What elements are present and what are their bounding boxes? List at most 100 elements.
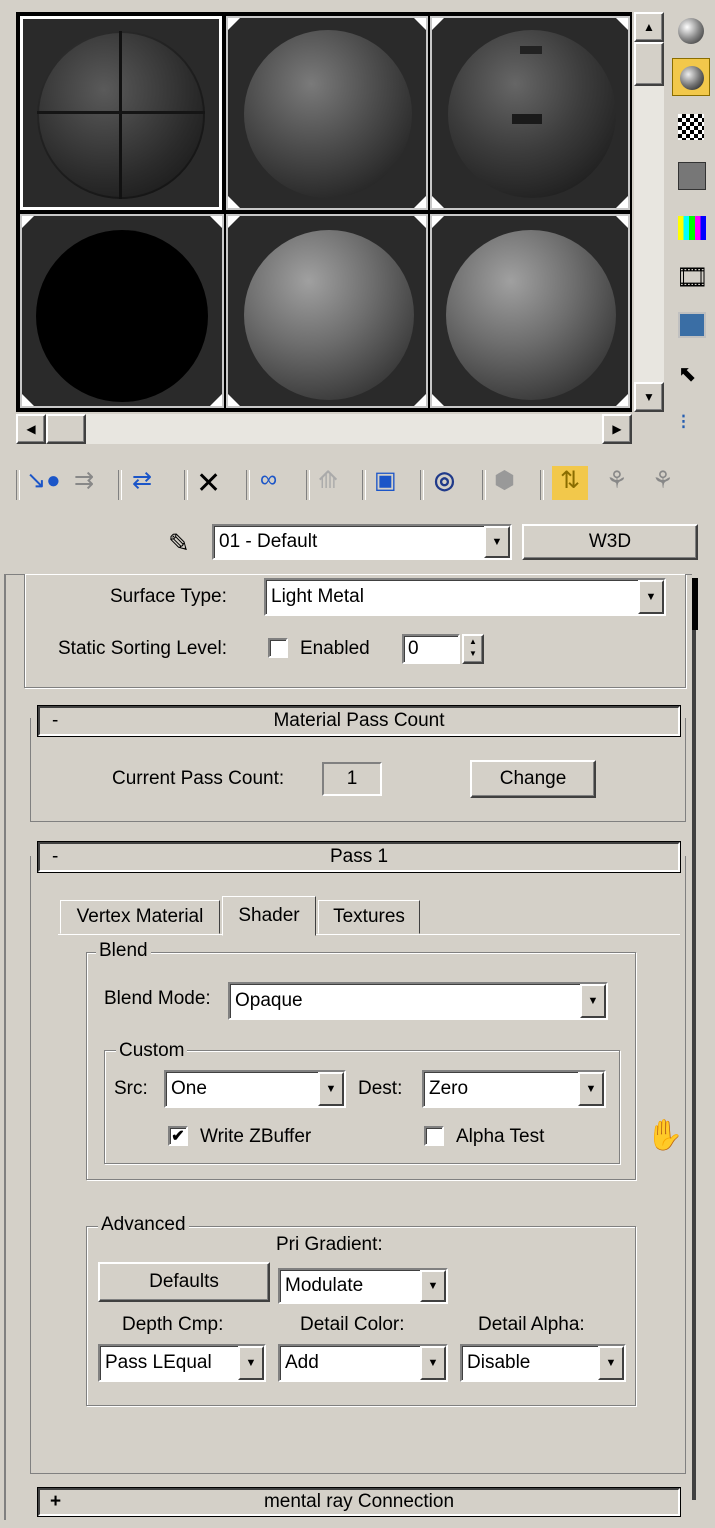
material-name-dropdown[interactable]: 01 - Default ▼ bbox=[212, 524, 512, 560]
backlight-icon[interactable] bbox=[672, 58, 710, 96]
chevron-down-icon[interactable]: ▼ bbox=[638, 580, 664, 614]
mental-ray-rollout-header[interactable]: + mental ray Connection bbox=[37, 1487, 681, 1517]
chevron-down-icon[interactable]: ▼ bbox=[598, 1346, 624, 1380]
pri-gradient-dropdown[interactable]: Modulate ▼ bbox=[278, 1268, 448, 1304]
slots-vertical-scrollbar[interactable]: ▲ ▼ bbox=[634, 12, 664, 412]
spinner-down-icon[interactable]: ▼ bbox=[464, 648, 482, 660]
chevron-down-icon[interactable]: ▼ bbox=[580, 984, 606, 1018]
background-checker-icon[interactable] bbox=[678, 114, 704, 140]
defaults-button[interactable]: Defaults bbox=[98, 1262, 270, 1302]
scroll-thumb[interactable] bbox=[634, 42, 664, 86]
slots-horizontal-scrollbar[interactable]: ◀ ▶ bbox=[16, 414, 632, 444]
write-zbuffer-checkbox[interactable]: ✔ bbox=[168, 1126, 188, 1146]
src-label: Src: bbox=[114, 1078, 148, 1099]
material-type-button[interactable]: W3D bbox=[522, 524, 698, 560]
material-navigator-icon[interactable]: ⁝ bbox=[680, 408, 704, 436]
put-to-library-icon[interactable]: ⟰ bbox=[318, 466, 338, 495]
detail-color-value: Add bbox=[285, 1352, 319, 1373]
go-to-parent-icon[interactable]: ⚘ bbox=[606, 466, 628, 495]
surface-type-dropdown[interactable]: Light Metal ▼ bbox=[264, 578, 666, 616]
collapse-sign: - bbox=[52, 846, 59, 867]
dest-dropdown[interactable]: Zero ▼ bbox=[422, 1070, 606, 1108]
static-sorting-level-input[interactable]: 0 bbox=[402, 634, 460, 664]
scroll-up-button[interactable]: ▲ bbox=[634, 12, 664, 42]
chevron-down-icon[interactable]: ▼ bbox=[318, 1072, 344, 1106]
sample-type-icon[interactable] bbox=[678, 18, 704, 44]
delete-icon[interactable]: ✕ bbox=[196, 466, 221, 501]
alpha-test-checkbox[interactable] bbox=[424, 1126, 444, 1146]
scroll-down-button[interactable]: ▼ bbox=[634, 382, 664, 412]
blend-mode-label: Blend Mode: bbox=[104, 988, 211, 1009]
make-unique-icon[interactable]: ∞ bbox=[260, 466, 277, 494]
depth-cmp-dropdown[interactable]: Pass LEqual ▼ bbox=[98, 1344, 266, 1382]
chevron-down-icon[interactable]: ▼ bbox=[420, 1270, 446, 1302]
slot-corner-marker bbox=[616, 216, 628, 228]
tab-shader[interactable]: Shader bbox=[222, 896, 316, 936]
sample-slot-2[interactable] bbox=[226, 16, 428, 210]
detail-color-label: Detail Color: bbox=[300, 1314, 405, 1335]
select-by-material-icon[interactable]: ⬉ bbox=[678, 360, 706, 388]
depth-cmp-label: Depth Cmp: bbox=[122, 1314, 224, 1335]
sample-slot-5[interactable] bbox=[226, 214, 428, 408]
static-sorting-spinner[interactable]: ▲ ▼ bbox=[462, 634, 484, 664]
pass-count-header-label: Material Pass Count bbox=[273, 710, 445, 731]
make-preview-icon[interactable]: 🎞 bbox=[676, 262, 709, 292]
static-sorting-checkbox[interactable] bbox=[268, 638, 288, 658]
static-sorting-level-value: 0 bbox=[408, 638, 419, 659]
chevron-down-icon[interactable]: ▼ bbox=[420, 1346, 446, 1380]
panel-scroll-thumb[interactable] bbox=[692, 578, 698, 630]
slot-corner-marker bbox=[22, 394, 34, 406]
change-button-label: Change bbox=[499, 768, 567, 789]
src-value: One bbox=[171, 1078, 207, 1099]
panel-scrollbar[interactable] bbox=[692, 574, 698, 1520]
detail-alpha-dropdown[interactable]: Disable ▼ bbox=[460, 1344, 626, 1382]
slot-corner-marker bbox=[228, 18, 240, 30]
detail-alpha-label: Detail Alpha: bbox=[478, 1314, 585, 1335]
options-icon[interactable] bbox=[678, 312, 706, 338]
sample-slot-4[interactable] bbox=[20, 214, 224, 408]
chevron-down-icon[interactable]: ▼ bbox=[484, 526, 510, 558]
scroll-right-button[interactable]: ▶ bbox=[602, 414, 632, 444]
blend-mode-dropdown[interactable]: Opaque ▼ bbox=[228, 982, 608, 1020]
spinner-up-icon[interactable]: ▲ bbox=[464, 636, 482, 648]
sample-slot-6[interactable] bbox=[430, 214, 630, 408]
get-material-icon[interactable]: ↘● bbox=[26, 466, 61, 495]
pick-material-eyedropper-icon[interactable]: ✎ bbox=[168, 528, 190, 559]
slot-corner-marker bbox=[22, 216, 34, 228]
sample-slot-3[interactable] bbox=[430, 16, 630, 210]
checkmark-icon: ✔ bbox=[171, 1128, 185, 1145]
sample-uv-tiling-icon[interactable] bbox=[678, 162, 706, 190]
sample-slot-1[interactable] bbox=[20, 16, 222, 210]
current-pass-count-value-box: 1 bbox=[322, 762, 382, 796]
go-forward-to-sibling-icon[interactable]: ⚘ bbox=[652, 466, 674, 495]
tab-vertex-material[interactable]: Vertex Material bbox=[60, 900, 220, 934]
slot-corner-marker bbox=[414, 216, 426, 228]
pass-count-rollout-header[interactable]: - Material Pass Count bbox=[37, 705, 681, 737]
scroll-left-button[interactable]: ◀ bbox=[16, 414, 46, 444]
slot-corner-marker bbox=[432, 216, 444, 228]
scroll-thumb[interactable] bbox=[46, 414, 86, 444]
tab-strip-line bbox=[58, 934, 680, 935]
src-dropdown[interactable]: One ▼ bbox=[164, 1070, 346, 1108]
detail-color-dropdown[interactable]: Add ▼ bbox=[278, 1344, 448, 1382]
slot-corner-marker bbox=[210, 394, 222, 406]
put-material-icon[interactable]: ⇉ bbox=[74, 466, 94, 495]
video-color-check-icon[interactable] bbox=[678, 216, 706, 240]
tab-shader-label: Shader bbox=[238, 905, 300, 926]
blend-group-title: Blend bbox=[96, 940, 151, 962]
material-type-label: W3D bbox=[588, 531, 632, 552]
slot-corner-marker bbox=[414, 196, 426, 208]
save-to-library-icon[interactable]: ▣ bbox=[374, 466, 397, 495]
expand-sign: + bbox=[50, 1491, 62, 1512]
material-effects-channel-icon[interactable]: ◎ bbox=[434, 466, 455, 495]
change-pass-count-button[interactable]: Change bbox=[470, 760, 596, 798]
show-map-in-viewport-icon[interactable]: ⬢ bbox=[494, 466, 515, 495]
show-end-result-icon[interactable]: ⇅ bbox=[552, 466, 588, 500]
slot-corner-marker bbox=[616, 394, 628, 406]
assign-material-icon[interactable]: ⇄ bbox=[132, 466, 152, 495]
chevron-down-icon[interactable]: ▼ bbox=[578, 1072, 604, 1106]
pass1-rollout-header[interactable]: - Pass 1 bbox=[37, 841, 681, 873]
chevron-down-icon[interactable]: ▼ bbox=[238, 1346, 264, 1380]
tab-textures[interactable]: Textures bbox=[318, 900, 420, 934]
slot-corner-marker bbox=[414, 394, 426, 406]
